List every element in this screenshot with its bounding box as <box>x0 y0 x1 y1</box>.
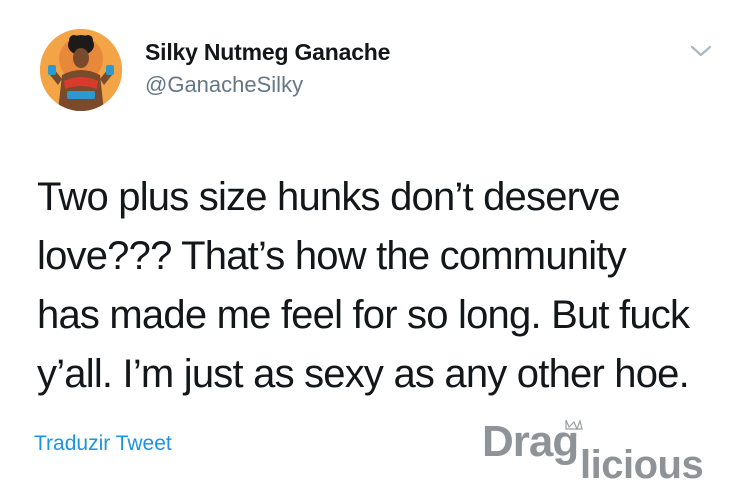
tweet-text: Two plus size hunks don’t deserve love??… <box>37 175 690 396</box>
user-handle[interactable]: @GanacheSilky <box>145 71 390 99</box>
svg-text:Drag: Drag <box>482 417 578 466</box>
tweet-author: Silky Nutmeg Ganache @GanacheSilky <box>145 38 390 99</box>
avatar-image <box>40 29 122 111</box>
chevron-down-icon[interactable] <box>688 42 714 60</box>
svg-text:licious: licious <box>580 443 703 482</box>
translate-tweet-link[interactable]: Traduzir Tweet <box>34 430 172 458</box>
draglicious-watermark: Drag licious <box>480 412 725 487</box>
display-name[interactable]: Silky Nutmeg Ganache <box>145 38 390 66</box>
tweet-card: Silky Nutmeg Ganache @GanacheSilky Two p… <box>0 0 741 487</box>
avatar[interactable] <box>40 29 122 111</box>
